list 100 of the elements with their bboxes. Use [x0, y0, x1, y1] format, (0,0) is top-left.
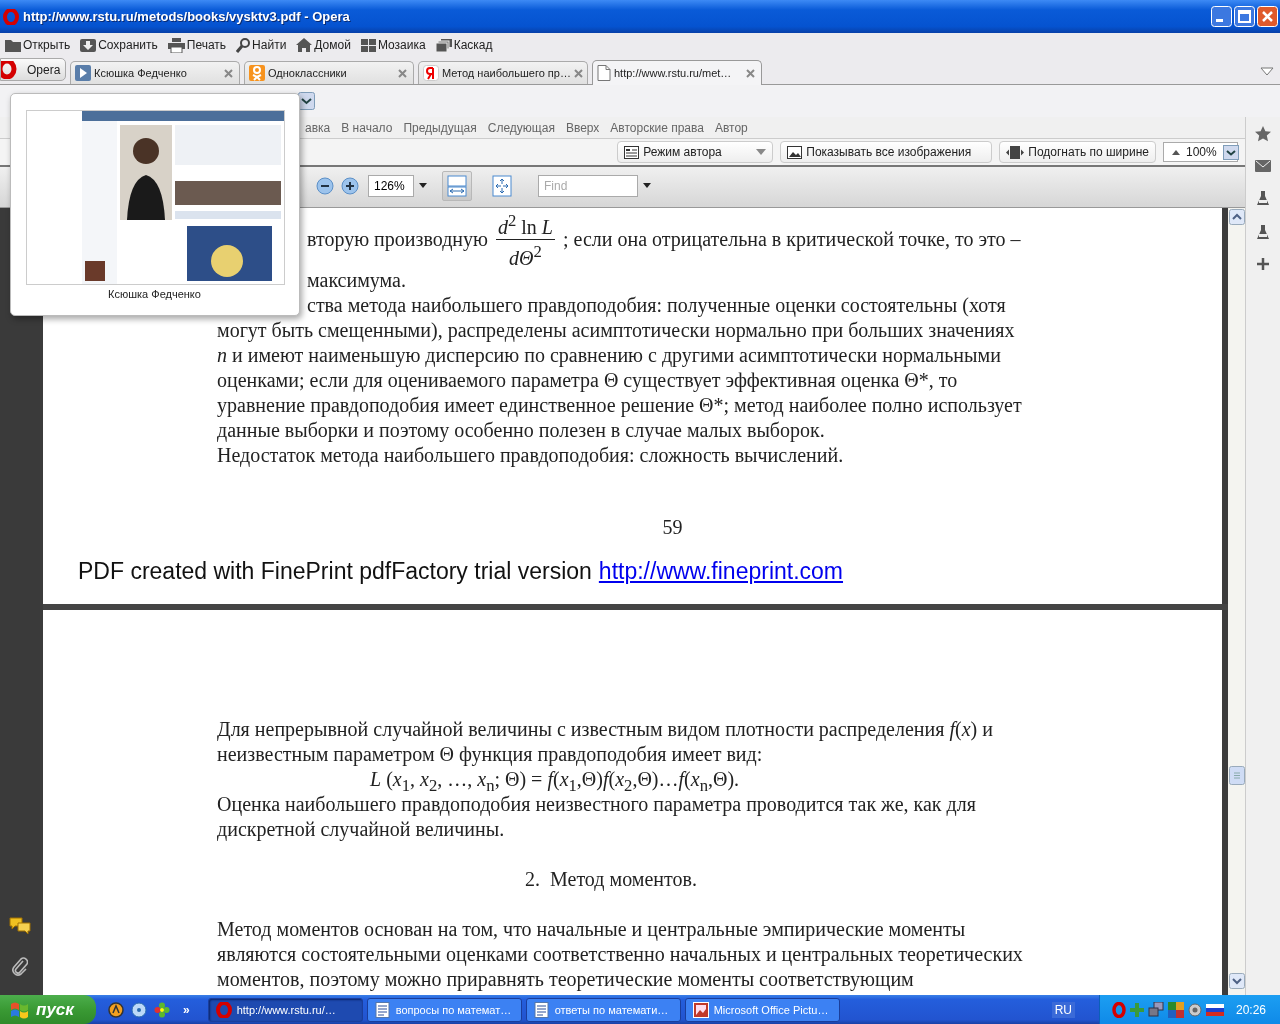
toolbar-button[interactable]: Сохранить [78, 34, 160, 56]
body-text: ства метода наибольшего правдоподобия: полученные оценки состоятельны (хотя [306, 293, 1007, 318]
picture-icon [787, 145, 803, 159]
nav-link[interactable]: Автор [714, 120, 748, 135]
close-icon[interactable] [398, 68, 407, 78]
tab[interactable]: Одноклассники [244, 61, 414, 84]
zoom-field[interactable]: 126% [368, 174, 414, 197]
language-indicator[interactable]: RU [1051, 1001, 1075, 1018]
maximize-button[interactable] [1234, 6, 1255, 27]
toolbar-button[interactable]: Найти [234, 34, 289, 56]
nav-link[interactable]: Предыдущая [403, 120, 477, 135]
footer-link[interactable]: http://www.fineprint.com [598, 558, 843, 586]
paperclip-icon[interactable] [12, 957, 28, 977]
search-icon [236, 37, 251, 53]
shield-icon[interactable] [1167, 1001, 1184, 1018]
player-icon[interactable] [108, 1001, 124, 1018]
formula: d$^{2}$ ln L dΘ$^{2}$ [495, 208, 555, 270]
body-text: неизвестным параметром Θ функция правдоподобия имеет вид: [217, 742, 764, 767]
footer-text: PDF created with FinePrint pdfFactory trial version [78, 558, 592, 586]
tab[interactable]: Ксюшка Федченко [70, 61, 240, 84]
ring-icon[interactable] [1111, 1001, 1126, 1018]
minimize-button[interactable] [1211, 6, 1232, 27]
nav-link[interactable]: авка [305, 120, 331, 135]
menu-button[interactable]: Opera [0, 58, 66, 81]
add-icon[interactable] [1257, 258, 1269, 270]
chat-icon[interactable] [9, 917, 31, 935]
close-button[interactable] [1257, 6, 1278, 27]
play-icon [75, 65, 91, 81]
toolbar-button[interactable]: Домой [294, 34, 353, 56]
window-title: http://www.rstu.ru/metods/books/vysktv3.pdf - Opera [23, 9, 351, 24]
scrollbar[interactable] [1228, 208, 1245, 995]
scroll-up-button[interactable] [1228, 209, 1245, 225]
tab[interactable]: http://www.rstu.ru/met… [592, 60, 762, 85]
scroll-thumb[interactable] [1228, 766, 1245, 785]
body-text: данные выборки и поэтому особенно полезен в случае малых выборок. [217, 418, 826, 443]
close-icon[interactable] [746, 68, 755, 78]
taskbar-button[interactable]: вопросы по математ… [366, 997, 522, 1022]
zoom-in-button[interactable] [341, 176, 359, 195]
toolbar-button[interactable]: Каскад [433, 34, 495, 56]
body-text: Недостаток метода наибольшего правдоподобия: сложность вычислений. [217, 443, 845, 468]
more-button[interactable]: » [177, 1002, 196, 1017]
toolbar-button[interactable]: Мозаика [358, 34, 428, 56]
folder-icon [5, 38, 21, 52]
layout-icon [624, 145, 640, 159]
toolbar-button[interactable]: Печать [165, 34, 229, 56]
scroll-down-button[interactable] [1228, 973, 1245, 989]
flower-icon[interactable] [154, 1001, 170, 1018]
body-text: уравнение правдоподобия имеет единственное решение Θ*; метод наиболее полно использует [217, 393, 1023, 418]
speaker-icon[interactable] [1187, 1002, 1202, 1017]
body-text: максимума. [306, 268, 407, 293]
body-text: Для непрерывной случайной величины с известным видом плотности распределения f(x) и [217, 717, 994, 742]
dropdown-button[interactable] [1222, 144, 1239, 160]
dropdown-button[interactable] [298, 92, 315, 110]
star-icon[interactable] [1255, 126, 1271, 142]
fit-width-button[interactable]: Подогнать по ширине [999, 141, 1156, 163]
body-text: моментов, поэтому можно приравнять теоретические моменты соответствующим [217, 967, 915, 992]
ring-icon [3, 8, 19, 25]
close-icon[interactable] [224, 68, 233, 78]
person-icon [249, 65, 265, 81]
show-images-button[interactable]: Показывать все изображения [780, 141, 993, 163]
body-text: Метод моментов основан на том, что начальные и центральные эмпирические моменты [217, 917, 967, 942]
windows-icon [435, 38, 452, 52]
nav-link[interactable]: Вверх [565, 120, 600, 135]
formula: L (x$_{1}$, x$_{2}$, …, x$_{n}$; Θ) = f(x$_{1}$,Θ)f(x$_{2}$,Θ)…f(x$_{n}$,Θ). [369, 767, 741, 792]
caret-icon [756, 149, 767, 155]
page-number: 59 [661, 515, 684, 540]
lab-icon[interactable] [1256, 224, 1270, 240]
nav-link[interactable]: В начало [341, 120, 393, 135]
find-field[interactable]: Find [538, 174, 638, 197]
body-text: могут быть смещенными), распределены асимптотически нормально при больших значениях [217, 318, 1016, 343]
dropdown-icon[interactable] [1260, 67, 1274, 76]
fit-width-button[interactable] [442, 170, 472, 201]
network-icon[interactable] [1147, 1001, 1164, 1018]
tab[interactable]: Метод наибольшего пр… [418, 61, 588, 84]
start-button[interactable]: пуск [0, 995, 96, 1024]
home-icon [296, 38, 313, 52]
preview-caption: Ксюшка Федченко [107, 288, 202, 300]
body-text: ; если она отрицательна в критической точке, то это – [563, 226, 1021, 252]
zoom-field[interactable]: 100% [1163, 142, 1238, 162]
caret-icon[interactable] [643, 183, 651, 188]
zoom-out-button[interactable] [316, 176, 334, 195]
toolbar-button[interactable]: Открыть [3, 34, 73, 56]
nav-link[interactable]: Авторские права [610, 120, 704, 135]
close-icon[interactable] [573, 68, 583, 78]
image-icon [692, 1001, 709, 1018]
taskbar-button[interactable]: Microsoft Office Pictu… [684, 997, 840, 1022]
lab-icon[interactable] [1256, 190, 1270, 206]
body-text: оценками; если для оцениваемого параметра Θ существует эффективная оценка Θ*, то [217, 368, 959, 393]
taskbar-button[interactable]: http://www.rstu.ru/… [207, 997, 363, 1022]
section-heading: 2. Метод моментов. [524, 867, 698, 892]
flag-icon[interactable] [1205, 1003, 1224, 1016]
caret-icon[interactable] [419, 183, 427, 188]
mail-icon[interactable] [1255, 160, 1271, 172]
mode-dropdown[interactable]: Режим автора [617, 141, 774, 163]
clock: 20:26 [1235, 1002, 1266, 1017]
ring-icon [215, 1001, 232, 1018]
flag-icon [10, 1000, 30, 1019]
disc-icon[interactable] [131, 1001, 147, 1018]
nav-link[interactable]: Следующая [487, 120, 555, 135]
taskbar-button[interactable]: ответы по математи… [525, 997, 681, 1022]
